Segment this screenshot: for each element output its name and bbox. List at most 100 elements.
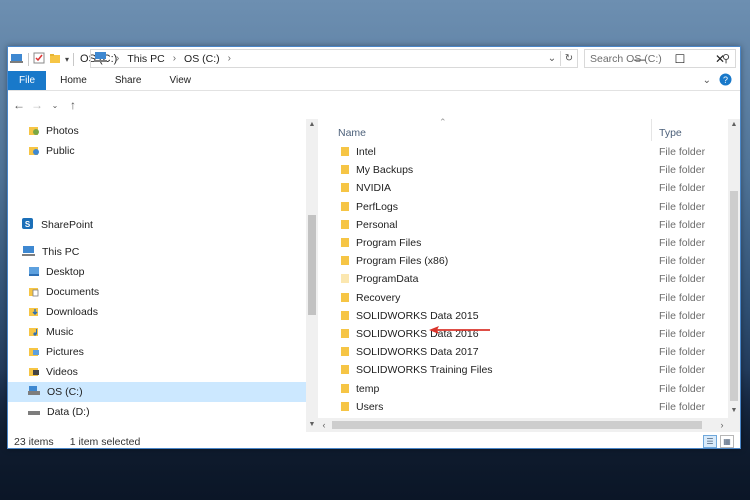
scroll-left-arrow-icon[interactable]: ‹ <box>318 418 330 432</box>
file-list-horizontal-scrollbar[interactable]: ‹ › <box>318 418 730 432</box>
nav-item-data-d[interactable]: Data (D:) <box>28 402 90 422</box>
search-box[interactable]: Search OS (C:) ⚲ <box>584 49 736 68</box>
scrollbar-thumb[interactable] <box>730 191 738 401</box>
nav-item-documents[interactable]: Documents <box>28 282 99 302</box>
nav-item-pictures[interactable]: Pictures <box>28 342 84 362</box>
column-header-type[interactable]: Type <box>659 124 682 142</box>
nav-item-public[interactable]: Public <box>28 141 75 161</box>
up-arrow-icon[interactable]: ↑ <box>64 98 82 112</box>
breadcrumb-chevron-icon[interactable]: › <box>116 53 119 64</box>
svg-text:?: ? <box>723 75 728 85</box>
tab-file[interactable]: File <box>8 71 47 90</box>
table-row[interactable]: PerfLogs File folder <box>326 198 716 216</box>
table-row[interactable]: SOLIDWORKS Data 2017 File folder <box>326 343 716 361</box>
file-list: ⌃ Name Type Intel File folder My Backups Fi… <box>326 117 716 419</box>
videos-folder-icon <box>28 365 40 380</box>
selection-status: 1 item selected <box>69 435 141 448</box>
table-row[interactable]: SOLIDWORKS Training Files File folder <box>326 361 716 379</box>
nav-item-sharepoint[interactable]: S SharePoint <box>22 215 93 235</box>
file-list-scrollbar[interactable]: ▲ ▼ <box>728 119 740 432</box>
table-row[interactable]: Personal File folder <box>326 216 716 234</box>
downloads-folder-icon <box>28 305 40 320</box>
nav-item-desktop[interactable]: Desktop <box>28 262 85 282</box>
scroll-down-arrow-icon[interactable]: ▼ <box>306 421 318 428</box>
scroll-right-arrow-icon[interactable]: › <box>716 418 728 432</box>
nav-item-downloads[interactable]: Downloads <box>28 302 98 322</box>
breadcrumb-chevron-icon[interactable]: › <box>228 53 231 64</box>
back-arrow-icon[interactable]: ← <box>10 98 28 112</box>
annotation-arrow-icon <box>428 325 492 338</box>
recent-locations-chevron-icon[interactable]: ⌄ <box>46 101 64 110</box>
file-type: File folder <box>659 146 706 158</box>
file-name: temp <box>356 382 380 395</box>
nav-item-photos[interactable]: Photos <box>28 121 79 141</box>
nav-item-music[interactable]: Music <box>28 322 73 342</box>
drive-icon <box>28 405 41 420</box>
address-dropdown-icon[interactable]: ⌄ <box>544 53 560 64</box>
folder-icon <box>340 310 351 324</box>
scroll-down-arrow-icon[interactable]: ▼ <box>728 407 740 414</box>
table-row[interactable]: Program Files File folder <box>326 234 716 252</box>
large-icons-view-icon[interactable]: ▦ <box>720 435 734 448</box>
refresh-icon[interactable]: ↻ <box>561 53 577 64</box>
table-row[interactable]: ProgramData File folder <box>326 270 716 288</box>
address-bar[interactable]: › This PC › OS (C:) › ⌄ ↻ <box>90 49 578 68</box>
explorer-app-icon[interactable] <box>10 52 24 67</box>
tab-share[interactable]: Share <box>101 71 156 90</box>
breadcrumb-this-pc[interactable]: This PC <box>127 53 164 65</box>
nav-item-os-c[interactable]: OS (C:) <box>8 382 306 402</box>
file-name: ProgramData <box>356 273 419 286</box>
status-bar: 23 items 1 item selected ☰ ▦ <box>8 433 740 448</box>
nav-item-label: Desktop <box>46 266 85 278</box>
new-folder-icon[interactable] <box>49 52 61 67</box>
photos-folder-icon <box>28 124 40 139</box>
scroll-up-arrow-icon[interactable]: ▲ <box>306 121 318 128</box>
table-row[interactable]: SOLIDWORKS Data 2016 File folder <box>326 325 716 343</box>
scroll-up-arrow-icon[interactable]: ▲ <box>728 121 740 128</box>
search-input[interactable]: Search OS (C:) <box>590 53 662 65</box>
tab-home[interactable]: Home <box>46 71 101 90</box>
sort-ascending-icon: ⌃ <box>439 117 447 127</box>
nav-item-videos[interactable]: Videos <box>28 362 78 382</box>
breadcrumb-os-c[interactable]: OS (C:) <box>184 53 220 65</box>
quick-access-toolbar: ▾ <box>8 52 75 67</box>
table-row[interactable]: Recovery File folder <box>326 289 716 307</box>
file-type: File folder <box>659 400 706 413</box>
toolbar-divider <box>73 52 75 66</box>
drive-icon <box>28 385 41 400</box>
properties-icon[interactable] <box>33 52 45 67</box>
tab-view[interactable]: View <box>156 71 206 90</box>
scrollbar-thumb[interactable] <box>308 215 316 315</box>
customize-dropdown-icon[interactable]: ▾ <box>65 55 69 64</box>
file-type: File folder <box>659 328 706 340</box>
column-divider[interactable] <box>651 119 652 141</box>
column-header-name[interactable]: Name <box>338 124 366 142</box>
table-row[interactable]: NVIDIA File folder <box>326 179 716 197</box>
nav-item-label: OS (C:) <box>47 386 83 398</box>
table-row[interactable]: temp File folder <box>326 380 716 398</box>
nav-item-label: Videos <box>46 366 78 378</box>
file-name: NVIDIA <box>356 182 392 195</box>
search-icon[interactable]: ⚲ <box>722 52 730 65</box>
file-name: Recovery <box>356 291 401 304</box>
expand-ribbon-icon[interactable]: ⌄ <box>703 75 711 86</box>
file-name: PerfLogs <box>356 200 399 213</box>
folder-icon <box>340 364 351 378</box>
scrollbar-thumb[interactable] <box>332 421 702 429</box>
sharepoint-icon: S <box>22 217 35 233</box>
table-row[interactable]: Program Files (x86) File folder <box>326 252 716 270</box>
breadcrumb-chevron-icon[interactable]: › <box>173 53 176 64</box>
nav-item-this-pc[interactable]: This PC <box>22 242 79 262</box>
details-view-icon[interactable]: ☰ <box>703 435 717 448</box>
file-name: SOLIDWORKS Data 2015 <box>356 309 479 322</box>
nav-item-label: Downloads <box>46 306 98 318</box>
table-row[interactable]: SOLIDWORKS Data 2015 File folder <box>326 307 716 325</box>
table-row[interactable]: My Backups File folder <box>326 161 716 179</box>
nav-item-label: Data (D:) <box>47 406 90 418</box>
forward-arrow-icon[interactable]: → <box>28 98 46 112</box>
table-row[interactable]: Users File folder <box>326 398 716 416</box>
navigation-pane-scrollbar[interactable]: ▲ ▼ <box>306 119 318 432</box>
navigation-row: ← → ⌄ ↑ <box>8 93 740 117</box>
help-icon[interactable]: ? <box>719 73 732 89</box>
table-row[interactable]: Intel File folder <box>326 143 716 161</box>
